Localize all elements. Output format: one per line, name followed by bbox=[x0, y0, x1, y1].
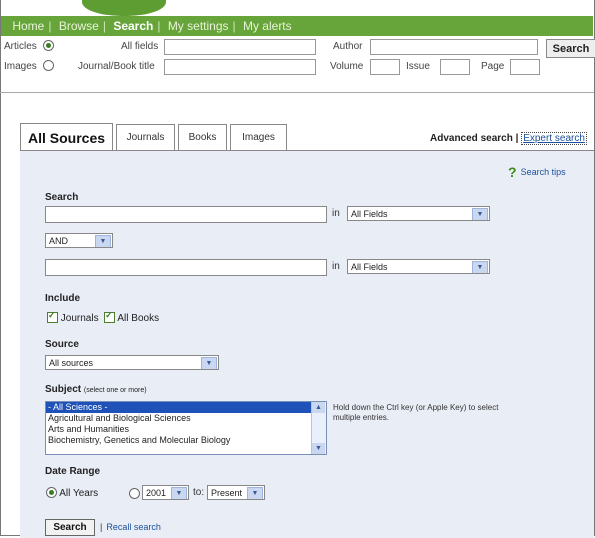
subject-option[interactable]: - All Sciences - bbox=[46, 402, 326, 413]
from-year-select[interactable]: 2001 ▼ bbox=[142, 485, 189, 500]
articles-label: Articles bbox=[4, 41, 37, 52]
chevron-down-icon: ▼ bbox=[247, 487, 263, 499]
to-label: to: bbox=[193, 487, 205, 498]
recall-separator: | bbox=[100, 522, 103, 532]
field-scope-select-2[interactable]: All Fields ▼ bbox=[347, 259, 490, 274]
subject-heading: Subject (select one or more) bbox=[45, 384, 147, 395]
to-year-select[interactable]: Present ▼ bbox=[207, 485, 265, 500]
journals-checkbox[interactable] bbox=[47, 310, 58, 323]
journals-checkbox-label: Journals bbox=[60, 313, 99, 324]
search-heading: Search bbox=[45, 192, 79, 203]
quick-search-button[interactable]: Search bbox=[546, 39, 595, 58]
author-label: Author bbox=[333, 41, 363, 52]
year-range-radio[interactable] bbox=[129, 488, 140, 499]
chevron-down-icon: ▼ bbox=[201, 357, 217, 369]
books-checkbox-label: All Books bbox=[117, 313, 160, 324]
in-label-1: in bbox=[332, 208, 340, 219]
in-label-2: in bbox=[332, 261, 340, 272]
issue-input[interactable] bbox=[440, 59, 470, 75]
nav-home[interactable]: Home bbox=[8, 16, 48, 36]
to-year-value: Present bbox=[211, 488, 243, 498]
field-scope-value-1: All Fields bbox=[351, 209, 388, 219]
journal-title-label: Journal/Book title bbox=[78, 61, 155, 72]
subject-option[interactable]: Biochemistry, Genetics and Molecular Bio… bbox=[46, 435, 326, 446]
page-label: Page bbox=[481, 61, 505, 72]
scroll-up-icon[interactable]: ▲ bbox=[312, 402, 325, 413]
articles-radio[interactable] bbox=[42, 40, 54, 51]
advanced-search-link[interactable]: Advanced search bbox=[430, 133, 513, 144]
search-button[interactable]: Search bbox=[45, 519, 95, 536]
search-tips-link[interactable]: Search tips bbox=[521, 167, 566, 177]
all-years-label: All Years bbox=[59, 488, 99, 499]
chevron-down-icon: ▼ bbox=[95, 235, 111, 247]
volume-label: Volume bbox=[330, 61, 364, 72]
from-year-value: 2001 bbox=[146, 488, 167, 498]
all-years-radio[interactable] bbox=[46, 487, 57, 498]
date-range-heading: Date Range bbox=[45, 466, 101, 477]
search-term-input-2[interactable] bbox=[45, 259, 327, 276]
nav-my-alerts[interactable]: My alerts bbox=[239, 16, 296, 36]
subject-option[interactable]: Arts and Humanities bbox=[46, 424, 326, 435]
all-years-option[interactable]: All Years bbox=[46, 487, 98, 499]
nav-browse[interactable]: Browse bbox=[55, 16, 103, 36]
source-value: All sources bbox=[49, 358, 94, 368]
include-options: Journals All Books bbox=[47, 310, 160, 324]
volume-input[interactable] bbox=[370, 59, 400, 75]
journal-title-input[interactable] bbox=[164, 59, 316, 75]
help-icon: ? bbox=[508, 164, 517, 180]
operator-value: AND bbox=[49, 236, 69, 246]
subject-option[interactable]: Agricultural and Biological Sciences bbox=[46, 413, 326, 424]
chevron-down-icon: ▼ bbox=[472, 261, 488, 273]
page-input[interactable] bbox=[510, 59, 540, 75]
chevron-down-icon: ▼ bbox=[171, 487, 187, 499]
author-input[interactable] bbox=[370, 39, 538, 55]
recall-search-link[interactable]: Recall search bbox=[106, 522, 161, 532]
source-select[interactable]: All sources ▼ bbox=[45, 355, 219, 370]
chevron-down-icon: ▼ bbox=[472, 208, 488, 220]
field-scope-value-2: All Fields bbox=[351, 262, 388, 272]
images-radio[interactable] bbox=[42, 60, 54, 71]
include-heading: Include bbox=[45, 293, 81, 304]
subject-heading-text: Subject bbox=[45, 384, 82, 395]
books-checkbox[interactable] bbox=[104, 310, 116, 323]
subject-note: (select one or more) bbox=[83, 387, 147, 394]
top-nav: Home | Browse | Search | My settings | My al… bbox=[1, 16, 593, 36]
images-option[interactable]: Images bbox=[4, 60, 54, 72]
search-mode-links: Advanced search | Expert search bbox=[430, 132, 587, 145]
operator-select[interactable]: AND ▼ bbox=[45, 233, 113, 248]
tab-journals[interactable]: Journals bbox=[116, 124, 175, 151]
nav-my-settings[interactable]: My settings bbox=[164, 16, 233, 36]
tab-images[interactable]: Images bbox=[230, 124, 287, 151]
subject-listbox[interactable]: - All Sciences - Agricultural and Biolog… bbox=[45, 401, 327, 455]
issue-label: Issue bbox=[406, 61, 430, 72]
tab-all-sources[interactable]: All Sources bbox=[20, 123, 113, 152]
nav-search[interactable]: Search bbox=[109, 16, 157, 36]
recall-search: | Recall search bbox=[100, 522, 161, 532]
search-tips[interactable]: ? Search tips bbox=[508, 164, 566, 180]
all-fields-input[interactable] bbox=[164, 39, 316, 55]
scroll-down-icon[interactable]: ▼ bbox=[312, 443, 325, 454]
tab-books[interactable]: Books bbox=[178, 124, 227, 151]
all-fields-label: All fields bbox=[121, 41, 159, 52]
divider bbox=[0, 92, 594, 93]
images-label: Images bbox=[4, 61, 37, 72]
articles-option[interactable]: Articles bbox=[4, 40, 54, 52]
listbox-scrollbar[interactable]: ▲ ▼ bbox=[311, 402, 326, 454]
search-term-input-1[interactable] bbox=[45, 206, 327, 223]
source-heading: Source bbox=[45, 339, 79, 350]
link-separator: | bbox=[515, 133, 519, 144]
subject-hint: Hold down the Ctrl key (or Apple Key) to… bbox=[333, 403, 499, 422]
quick-search-bar: Articles Images All fields Journal/Book … bbox=[0, 36, 594, 92]
expert-search-link[interactable]: Expert search bbox=[521, 132, 587, 145]
field-scope-select-1[interactable]: All Fields ▼ bbox=[347, 206, 490, 221]
